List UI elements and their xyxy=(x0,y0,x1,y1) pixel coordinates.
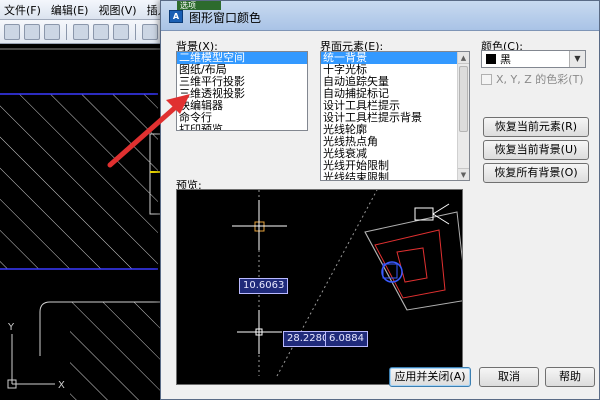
element-list-item[interactable]: 光线结束限制 xyxy=(321,172,458,181)
tint-xyz-option: X, Y, Z 的色彩(T) xyxy=(481,71,584,87)
menu-file[interactable]: 文件(F) xyxy=(4,2,41,18)
scroll-down-icon[interactable]: ▼ xyxy=(458,168,469,180)
background-list-item[interactable]: 打印预览 xyxy=(177,124,307,131)
help-button[interactable]: 帮助 xyxy=(545,367,595,387)
new-file-icon[interactable] xyxy=(4,23,20,40)
dialog-title: 图形窗口颜色 xyxy=(189,11,262,25)
dialog-titlebar[interactable]: 选项 A 图形窗口颜色 xyxy=(161,1,599,31)
window-colors-dialog: 选项 A 图形窗口颜色 背景(X): 二维模型空间 图纸/布局 三维平行投影 三维透视… xyxy=(160,0,600,400)
plot-preview-icon[interactable] xyxy=(93,23,109,40)
app-toolbar xyxy=(0,20,165,44)
tint-xyz-checkbox xyxy=(481,73,492,85)
menu-view[interactable]: 视图(V) xyxy=(98,2,136,18)
open-file-icon[interactable] xyxy=(24,23,40,40)
drawing-canvas[interactable]: Y X xyxy=(0,44,165,400)
tooltip-readout-1: 10.6063 xyxy=(239,278,289,294)
dialog-app-icon: A xyxy=(169,10,183,23)
ucs-x-label: X xyxy=(58,380,65,391)
restore-all-contexts-button[interactable]: 恢复所有背景(O) xyxy=(483,163,589,183)
apply-and-close-button[interactable]: 应用并关闭(A) xyxy=(389,367,471,387)
background-listbox[interactable]: 二维模型空间 图纸/布局 三维平行投影 三维透视投影 块编辑器 命令行 打印预览 xyxy=(176,51,308,131)
cancel-button[interactable]: 取消 xyxy=(479,367,539,387)
preview-drawing xyxy=(232,190,462,377)
cut-icon[interactable] xyxy=(142,23,158,40)
hatched-region-top xyxy=(0,94,158,269)
drawing-geometry: Y X xyxy=(0,48,165,400)
camera-lens-top xyxy=(432,203,450,215)
toolbar-separator xyxy=(66,23,67,40)
scroll-thumb[interactable] xyxy=(459,66,468,132)
ucs-y-label: Y xyxy=(7,322,15,333)
menu-edit[interactable]: 编辑(E) xyxy=(51,2,89,18)
preview-area: 10.6063 28.2280 6.0884 xyxy=(176,189,463,385)
print-icon[interactable] xyxy=(73,23,89,40)
scroll-up-icon[interactable]: ▲ xyxy=(458,52,469,64)
light-glyph xyxy=(381,261,403,283)
save-icon[interactable] xyxy=(44,23,60,40)
hatched-region-bottom xyxy=(70,302,165,400)
chevron-down-icon[interactable]: ▼ xyxy=(569,51,585,67)
preview-diagonal-guide xyxy=(276,190,378,377)
publish-icon[interactable] xyxy=(113,23,129,40)
tooltip-readout-3: 6.0884 xyxy=(325,331,368,347)
camera-frustum xyxy=(364,211,462,311)
color-value: 黑 xyxy=(500,53,511,66)
restore-current-context-button[interactable]: 恢复当前背景(U) xyxy=(483,140,589,160)
color-dropdown[interactable]: 黑 ▼ xyxy=(481,50,586,68)
element-list-scrollbar[interactable]: ▲ ▼ xyxy=(457,52,469,180)
app-menubar: 文件(F) 编辑(E) 视图(V) 插入 xyxy=(0,0,169,20)
toolbar-separator xyxy=(135,23,136,40)
restore-current-element-button[interactable]: 恢复当前元素(R) xyxy=(483,117,589,137)
frustum-edge xyxy=(364,231,408,311)
tint-xyz-label: X, Y, Z 的色彩(T) xyxy=(496,73,584,86)
light-glyph-box xyxy=(382,263,398,279)
interface-element-listbox[interactable]: 统一背景 十字光标 自动追踪矢量 自动捕捉标记 设计工具栏提示 设计工具栏提示背景 光线轮廓… xyxy=(320,51,470,181)
color-swatch xyxy=(486,54,496,64)
